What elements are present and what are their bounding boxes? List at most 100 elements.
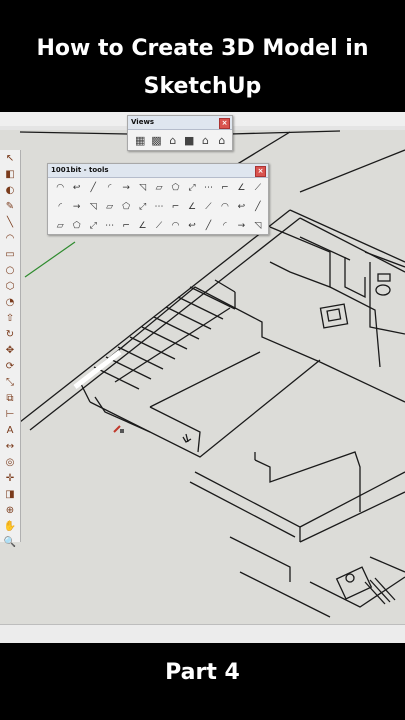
pie-icon[interactable]: ◔ bbox=[3, 296, 17, 310]
room-edge bbox=[344, 257, 366, 299]
iso-view-icon[interactable]: ▦ bbox=[134, 133, 146, 147]
room-edge bbox=[94, 396, 151, 433]
text-icon[interactable]: A bbox=[3, 424, 17, 438]
back-view-icon[interactable]: ⌂ bbox=[199, 133, 211, 147]
views-palette-title: Views × bbox=[128, 116, 232, 130]
sink-bowl bbox=[345, 573, 355, 583]
rotate-tool-icon[interactable]: ◜ bbox=[219, 220, 231, 233]
copy-tool-icon[interactable]: → bbox=[235, 220, 247, 233]
rectangle-icon[interactable]: ▭ bbox=[3, 248, 17, 262]
curve-tool-icon[interactable]: ↩ bbox=[70, 182, 82, 195]
sink-basin bbox=[326, 308, 342, 322]
orbit-icon[interactable]: ⊕ bbox=[3, 504, 17, 518]
left-view-icon[interactable]: ⌂ bbox=[216, 133, 228, 147]
right-view-icon[interactable]: ■ bbox=[183, 133, 195, 147]
tools-row: ◜ → ◹ ▱ ⬠ ⤢ ⋯ ⌐ ∠ ⟋ ◠ ↩ ╱ bbox=[48, 197, 268, 216]
polygon-icon[interactable]: ⬡ bbox=[3, 280, 17, 294]
select-icon[interactable]: ↖ bbox=[3, 152, 17, 166]
grid-tool-icon[interactable]: ▱ bbox=[54, 220, 66, 233]
circle-icon[interactable]: ○ bbox=[3, 264, 17, 278]
extend-tool-icon[interactable]: → bbox=[120, 182, 132, 195]
sink-fixture bbox=[319, 303, 349, 329]
spiral-stair-icon[interactable]: → bbox=[70, 201, 82, 214]
angle-tool-icon[interactable]: ∠ bbox=[235, 182, 247, 195]
opening-tool-icon[interactable]: ⬠ bbox=[120, 201, 132, 214]
slope-tool-icon[interactable]: ⟋ bbox=[252, 182, 264, 195]
stairs-alt-icon[interactable]: ◠ bbox=[169, 220, 181, 233]
tools-row: ◠ ↩ ╱ ◜ → ◹ ▱ ⬠ ⤢ ⋯ ⌐ ∠ ⟋ bbox=[48, 178, 268, 197]
panel-tool-icon[interactable]: ⤢ bbox=[87, 220, 99, 233]
cloud-tool-icon[interactable]: ◹ bbox=[252, 220, 264, 233]
offset-icon[interactable]: ⧉ bbox=[3, 392, 17, 406]
scale-icon[interactable]: ⤡ bbox=[3, 376, 17, 390]
room-edge bbox=[319, 361, 405, 403]
wall-line bbox=[289, 209, 405, 263]
model-edge bbox=[229, 130, 341, 135]
purlin-tool-icon[interactable]: ◠ bbox=[219, 201, 231, 214]
paint-bucket-icon[interactable]: ◐ bbox=[3, 184, 17, 198]
close-icon[interactable]: × bbox=[219, 118, 230, 129]
room-edge bbox=[89, 359, 321, 458]
axes-icon[interactable]: ✛ bbox=[3, 472, 17, 486]
section-plane-icon[interactable]: ◨ bbox=[3, 488, 17, 502]
truss-tool-icon[interactable]: ╱ bbox=[252, 201, 264, 214]
room-edge bbox=[369, 556, 405, 573]
top-view-icon[interactable]: ▩ bbox=[150, 133, 162, 147]
push-pull-icon[interactable]: ⇧ bbox=[3, 312, 17, 326]
pencil-cursor bbox=[113, 425, 124, 433]
mesh-tool-icon[interactable]: ⌐ bbox=[120, 220, 132, 233]
part-label-text: Part 4 bbox=[165, 660, 240, 685]
move-icon[interactable]: ✥ bbox=[3, 344, 17, 358]
array-tool-icon[interactable]: ⋯ bbox=[103, 220, 115, 233]
pan-icon[interactable]: ✋ bbox=[3, 520, 17, 534]
fillet-tool-icon[interactable]: ◜ bbox=[103, 182, 115, 195]
scale-tool-icon[interactable]: ⤢ bbox=[186, 182, 198, 195]
column-tool-icon[interactable]: ∠ bbox=[186, 201, 198, 214]
rotate-icon[interactable]: ⟳ bbox=[3, 360, 17, 374]
corner-tool-icon[interactable]: ⌐ bbox=[219, 182, 231, 195]
frame-tool-icon[interactable]: ∠ bbox=[136, 220, 148, 233]
chamfer-tool-icon[interactable]: ◹ bbox=[136, 182, 148, 195]
louvre-tool-icon[interactable]: ⟋ bbox=[153, 220, 165, 233]
door-tool-icon[interactable]: ⋯ bbox=[153, 201, 165, 214]
line-icon[interactable]: ╲ bbox=[3, 216, 17, 230]
front-view-icon[interactable]: ⌂ bbox=[167, 133, 179, 147]
video-title: How to Create 3D Model in SketchUp bbox=[0, 0, 405, 112]
line-tool-icon[interactable]: ╱ bbox=[87, 182, 99, 195]
wall-tool-icon[interactable]: ▱ bbox=[103, 201, 115, 214]
green-axis-line bbox=[24, 241, 76, 278]
wall-line bbox=[29, 217, 301, 431]
tools-palette-title: 1001bit - tools × bbox=[48, 164, 268, 178]
tools-palette[interactable]: 1001bit - tools × ◠ ↩ ╱ ◜ → ◹ ▱ ⬠ ⤢ ⋯ ⌐ ∠ ⟋ ◜ → ◹ ▱ ⬠ ⤢ ⋯ ⌐ ∠… bbox=[47, 163, 269, 235]
views-palette[interactable]: Views × ▦ ▩ ⌂ ■ ⌂ ⌂ bbox=[127, 115, 233, 151]
follow-me-icon[interactable]: ↻ bbox=[3, 328, 17, 342]
loft-tool-icon[interactable]: ⬠ bbox=[169, 182, 181, 195]
dimension-icon[interactable]: ↔ bbox=[3, 440, 17, 454]
lower-wall bbox=[189, 481, 296, 538]
protractor-icon[interactable]: ◎ bbox=[3, 456, 17, 470]
sketchup-viewport[interactable]: ↖ ◧ ◐ ✎ ╲ ◠ ▭ ○ ⬡ ◔ ⇧ ↻ ✥ ⟳ ⤡ ⧉ ⊢ A ↔ ◎ ✛ ◨ ⊕ ✋ 🔍 Views × ▦ ▩ ⌂ … bbox=[0, 112, 405, 643]
arc-tool-icon[interactable]: ◠ bbox=[54, 182, 66, 195]
model-edge bbox=[299, 149, 405, 193]
arc-icon[interactable]: ◠ bbox=[3, 232, 17, 246]
window-tool-icon[interactable]: ⤢ bbox=[136, 201, 148, 214]
divide-tool-icon[interactable]: ⋯ bbox=[202, 182, 214, 195]
pitched-roof-icon[interactable]: ◹ bbox=[87, 201, 99, 214]
pencil-icon[interactable]: ✎ bbox=[3, 200, 17, 214]
align-tool-icon[interactable]: ╱ bbox=[202, 220, 214, 233]
close-icon[interactable]: × bbox=[255, 166, 266, 177]
joist-tool-icon[interactable]: ↩ bbox=[235, 201, 247, 214]
rail-tool-icon[interactable]: ↩ bbox=[186, 220, 198, 233]
counter-edge bbox=[309, 576, 405, 608]
plane-tool-icon[interactable]: ⬠ bbox=[70, 220, 82, 233]
eraser-icon[interactable]: ◧ bbox=[3, 168, 17, 182]
tools-title-text: 1001bit - tools bbox=[51, 166, 109, 174]
zoom-icon[interactable]: 🔍 bbox=[3, 536, 17, 550]
stair-tool-icon[interactable]: ◜ bbox=[54, 201, 66, 214]
offset-tool-icon[interactable]: ▱ bbox=[153, 182, 165, 195]
part-label: Part 4 bbox=[0, 643, 405, 720]
rafter-tool-icon[interactable]: ⟋ bbox=[202, 201, 214, 214]
tape-measure-icon[interactable]: ⊢ bbox=[3, 408, 17, 422]
beam-tool-icon[interactable]: ⌐ bbox=[169, 201, 181, 214]
stair-landing bbox=[149, 351, 261, 408]
